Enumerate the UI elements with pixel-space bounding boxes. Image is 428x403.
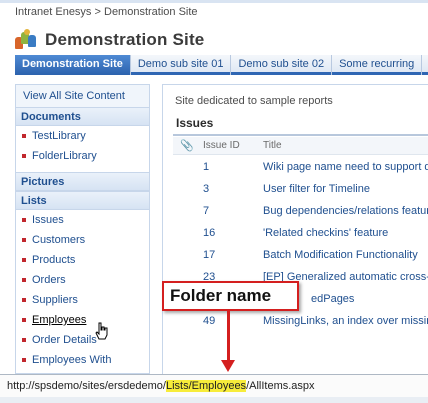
arrow-down-icon (221, 360, 235, 372)
table-row: 3 User filter for Timeline (173, 178, 428, 200)
issue-id: 16 (203, 227, 216, 239)
status-url-prefix: http://spsdemo/sites/ersdedemo/ (7, 380, 166, 392)
site-logo-icon (15, 29, 39, 51)
site-header: Demonstration Site (15, 26, 204, 54)
issue-title-link[interactable]: Batch Modification Functionality (263, 244, 418, 266)
quick-launch: View All Site Content Documents TestLibr… (15, 84, 150, 374)
table-row: 17 Batch Modification Functionality (173, 244, 428, 266)
column-issue-id[interactable]: Issue ID (203, 137, 240, 155)
nav-item-folderlibrary[interactable]: FolderLibrary (16, 146, 149, 166)
site-description: Site dedicated to sample reports (175, 95, 333, 107)
bullet-icon (22, 338, 26, 342)
browser-status-bar: http://spsdemo/sites/ersdedemo/Lists/Emp… (0, 374, 428, 397)
nav-item-customers[interactable]: Customers (16, 230, 149, 250)
issue-id: 3 (203, 183, 210, 195)
nav-item-order-details[interactable]: Order Details (16, 330, 149, 350)
issue-title-link[interactable]: Bug dependencies/relations feature (263, 200, 428, 222)
column-title[interactable]: Title (263, 137, 282, 155)
window-bottom-edge (0, 397, 428, 403)
issue-id: 17 (203, 249, 216, 261)
bullet-icon (22, 298, 26, 302)
top-nav-tabs: Demonstration Site Demo sub site 01 Demo… (15, 55, 428, 75)
issue-id: 49 (203, 315, 216, 327)
issue-title-link[interactable]: 'Related checkins' feature (263, 222, 388, 244)
table-row: 7 Bug dependencies/relations feature (173, 200, 428, 222)
issue-id: 7 (203, 205, 210, 217)
list-column-headers: 📎 Issue ID Title (173, 137, 428, 155)
bullet-icon (22, 154, 26, 158)
folder-name-callout: Folder name (162, 281, 299, 311)
bullet-icon (22, 278, 26, 282)
bullet-icon (22, 134, 26, 138)
status-url-suffix: /AllItems.aspx (246, 380, 315, 392)
view-all-site-content-link[interactable]: View All Site Content (16, 85, 149, 107)
site-title: Demonstration Site (45, 30, 205, 49)
window-top-edge (0, 0, 428, 3)
breadcrumb-root[interactable]: Intranet Enesys (15, 6, 91, 18)
table-row: 49 MissingLinks, an index over missing (173, 310, 428, 332)
bullet-icon (22, 358, 26, 362)
list-web-part-title[interactable]: Issues (173, 116, 428, 136)
table-row: 1 Wiki page name need to support di (173, 156, 428, 178)
nav-item-orders[interactable]: Orders (16, 270, 149, 290)
issue-title-link[interactable]: edPages (311, 288, 354, 310)
breadcrumb-separator: > (94, 6, 101, 18)
hand-pointer-icon (95, 322, 108, 340)
nav-item-products[interactable]: Products (16, 250, 149, 270)
bullet-icon (22, 258, 26, 262)
nav-heading-lists[interactable]: Lists (16, 191, 149, 210)
bullet-icon (22, 218, 26, 222)
status-url-highlight: Lists/Employees (165, 380, 247, 392)
tab-some-recurring[interactable]: Some recurring (332, 55, 423, 75)
issue-title-link[interactable]: User filter for Timeline (263, 178, 370, 200)
nav-item-employees-with[interactable]: Employees With (16, 350, 149, 370)
breadcrumb-current: Demonstration Site (104, 6, 198, 18)
tab-demo-sub-site-02[interactable]: Demo sub site 02 (231, 55, 333, 75)
nav-heading-pictures[interactable]: Pictures (16, 172, 149, 191)
nav-item-testlibrary[interactable]: TestLibrary (16, 126, 149, 146)
bullet-icon (22, 318, 26, 322)
tab-demonstration-site[interactable]: Demonstration Site (15, 55, 131, 75)
breadcrumb: Intranet Enesys > Demonstration Site (15, 6, 198, 18)
nav-heading-documents[interactable]: Documents (16, 107, 149, 126)
main-content: Site dedicated to sample reports Issues … (162, 84, 428, 374)
nav-item-issues[interactable]: Issues (16, 210, 149, 230)
nav-item-suppliers[interactable]: Suppliers (16, 290, 149, 310)
issue-id: 1 (203, 161, 210, 173)
tab-demo-sub-site-01[interactable]: Demo sub site 01 (131, 55, 232, 75)
callout-arrow-line (227, 311, 230, 363)
nav-item-employees[interactable]: Employees (16, 310, 149, 330)
table-row: 16 'Related checkins' feature (173, 222, 428, 244)
issue-title-link[interactable]: MissingLinks, an index over missing (263, 310, 428, 332)
attachment-icon[interactable]: 📎 (180, 137, 194, 155)
bullet-icon (22, 238, 26, 242)
issue-title-link[interactable]: Wiki page name need to support di (263, 156, 428, 178)
